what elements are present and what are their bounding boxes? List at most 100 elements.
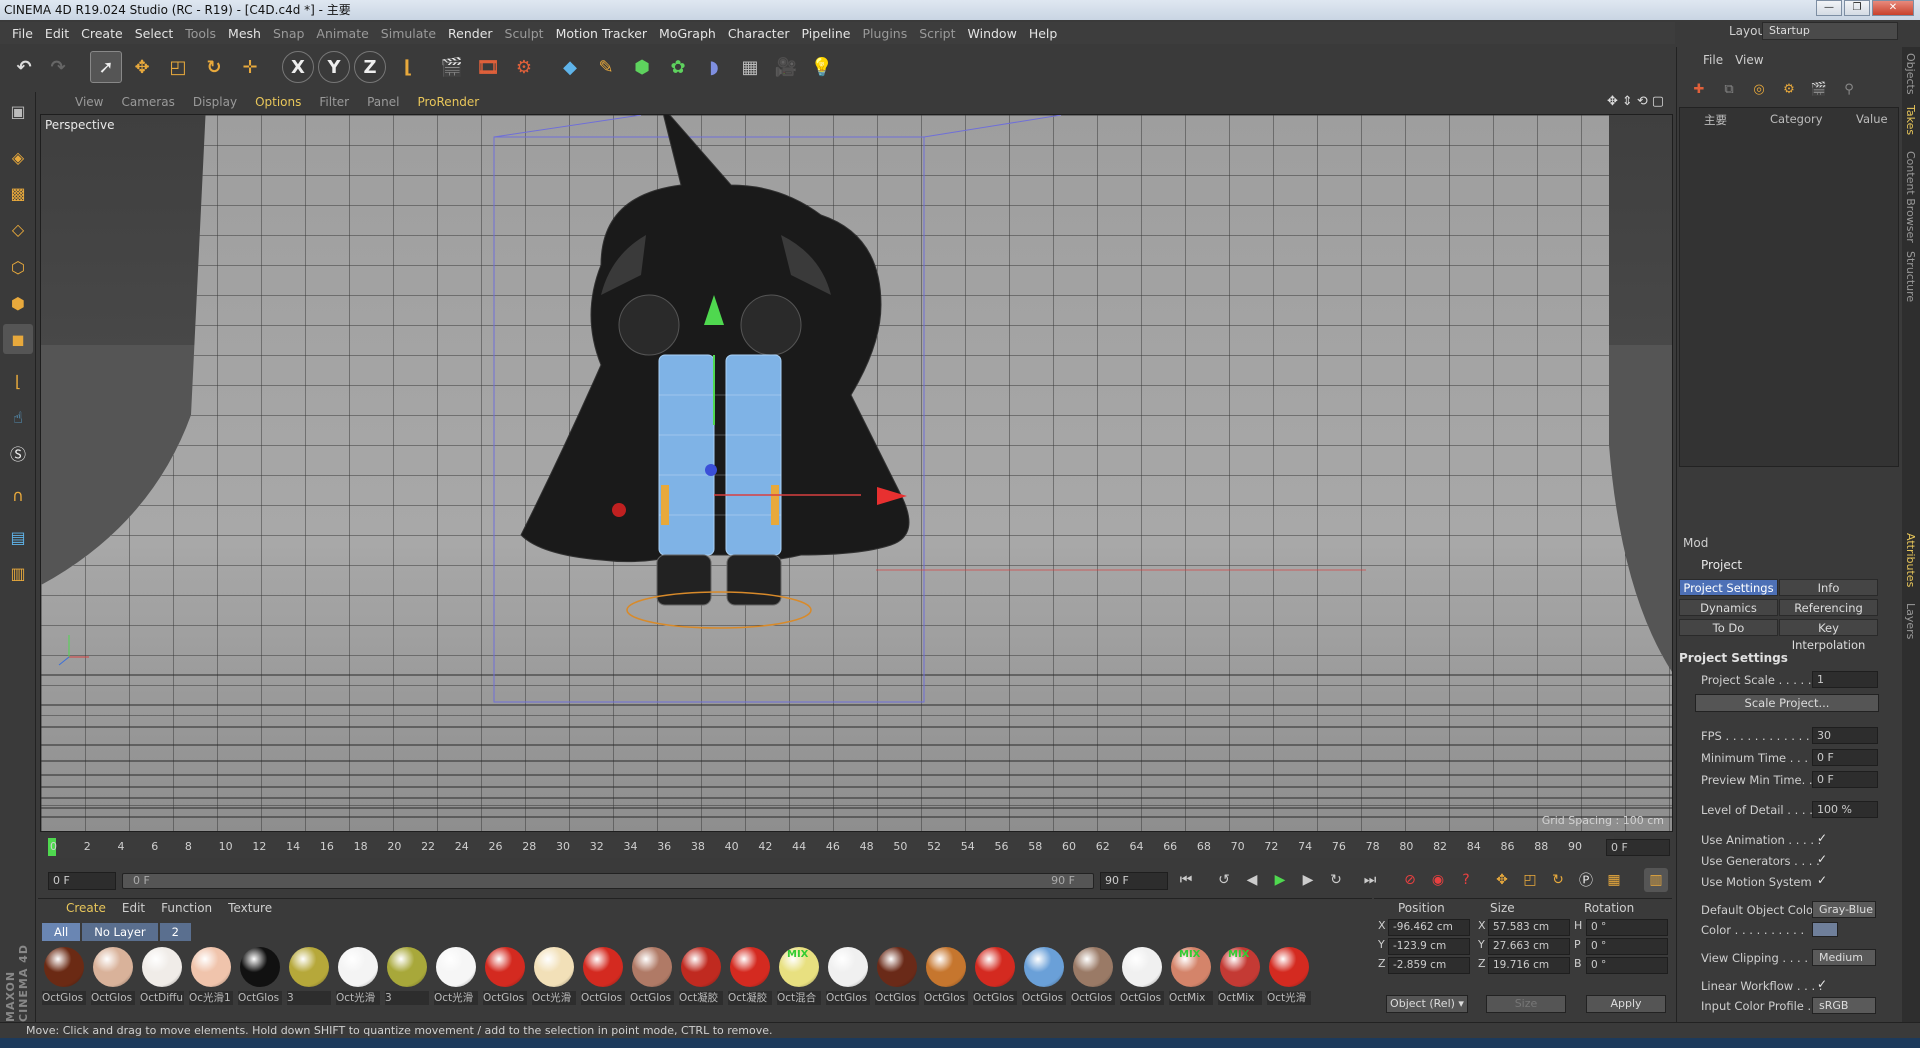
x-axis-lock-button[interactable]: X <box>282 51 314 83</box>
use-generators-checkbox[interactable]: ✓ <box>1817 852 1827 866</box>
minimize-button[interactable]: — <box>1816 0 1842 16</box>
project-scale-field[interactable]: 1 <box>1812 671 1878 688</box>
workplane-lock-icon[interactable]: ▤ <box>3 522 33 552</box>
y-axis-lock-button[interactable]: Y <box>318 51 350 83</box>
scale-icon[interactable]: ◰ <box>162 51 194 83</box>
override-icon[interactable]: ⚙ <box>1777 77 1801 101</box>
menu-edit[interactable]: Edit <box>39 26 75 41</box>
material-item[interactable]: Oc光滑1 <box>187 945 235 1005</box>
viewport-menu-display[interactable]: Display <box>184 95 246 109</box>
material-item[interactable]: OctGlos <box>628 945 676 1005</box>
make-editable-icon[interactable]: ▣ <box>3 96 33 126</box>
viewport-menu-view[interactable]: View <box>66 95 112 109</box>
z-axis-lock-button[interactable]: Z <box>354 51 386 83</box>
viewport-menu-panel[interactable]: Panel <box>358 95 408 109</box>
viewport-menu-prorender[interactable]: ProRender <box>408 95 488 109</box>
attribute-tab-info[interactable]: Info <box>1779 579 1878 596</box>
menu-render[interactable]: Render <box>442 26 499 41</box>
material-item[interactable]: OctGlos <box>40 945 88 1005</box>
record-keyframe-icon[interactable]: ⊘ <box>1398 868 1422 892</box>
material-item[interactable]: OctGlos <box>1069 945 1117 1005</box>
floor-icon[interactable]: ▦ <box>734 51 766 83</box>
key-parameter-icon[interactable]: Ⓟ <box>1574 868 1598 892</box>
material-menu-function[interactable]: Function <box>153 901 220 915</box>
play-icon[interactable]: ▶ <box>1268 868 1292 892</box>
snap-settings-icon[interactable]: Ⓢ <box>3 438 33 468</box>
menu-mesh[interactable]: Mesh <box>222 26 267 41</box>
autokey-icon[interactable]: ◉ <box>1426 868 1450 892</box>
subdivision-icon[interactable]: ⬢ <box>626 51 658 83</box>
use-animation-checkbox[interactable]: ✓ <box>1817 831 1827 845</box>
material-item[interactable]: Oct光滑 <box>530 945 578 1005</box>
edges-mode-icon[interactable]: ⬢ <box>3 288 33 318</box>
size-field[interactable]: 27.663 cm <box>1488 938 1570 955</box>
render-take-icon[interactable]: 🎬 <box>1807 77 1831 101</box>
current-frame-field[interactable]: 0 F <box>1606 839 1670 856</box>
go-to-start-icon[interactable]: ⏮ <box>1174 868 1198 892</box>
cube-icon[interactable]: ◆ <box>554 51 586 83</box>
use-motion-system-checkbox[interactable]: ✓ <box>1817 873 1827 887</box>
material-item[interactable]: OctGlos <box>922 945 970 1005</box>
size-mode-select[interactable]: Size <box>1486 995 1566 1013</box>
menu-select[interactable]: Select <box>129 26 180 41</box>
position-field[interactable]: -123.9 cm <box>1388 938 1470 955</box>
material-item[interactable]: Oct光滑 <box>432 945 480 1005</box>
material-layer-tab[interactable]: 2 <box>159 923 191 941</box>
pen-spline-icon[interactable]: ✎ <box>590 51 622 83</box>
material-item[interactable]: Oct凝胶 <box>726 945 774 1005</box>
undo-icon[interactable]: ↶ <box>8 51 40 83</box>
material-item[interactable]: 3 <box>285 945 333 1005</box>
rotation-field[interactable]: 0 ° <box>1586 938 1668 955</box>
close-button[interactable]: ✕ <box>1872 0 1914 16</box>
axis-mode-icon[interactable]: ⌊ <box>3 366 33 396</box>
auto-take-icon[interactable]: ◎ <box>1747 77 1771 101</box>
select-arrow-icon[interactable]: ➚ <box>90 51 122 83</box>
position-field[interactable]: -96.462 cm <box>1388 919 1470 936</box>
menu-motion-tracker[interactable]: Motion Tracker <box>550 26 653 41</box>
attribute-tab-referencing[interactable]: Referencing <box>1779 599 1878 616</box>
side-tab-structure[interactable]: Structure <box>1904 251 1917 302</box>
viewport-menu-options[interactable]: Options <box>246 95 310 109</box>
material-item[interactable]: Oct凝胶 <box>677 945 725 1005</box>
maximize-button[interactable]: ❐ <box>1844 0 1870 16</box>
points-mode-icon[interactable]: ⬡ <box>3 252 33 282</box>
material-layer-tab[interactable]: No Layer <box>82 923 158 941</box>
menu-help[interactable]: Help <box>1023 26 1064 41</box>
material-item[interactable]: OctGlos <box>1020 945 1068 1005</box>
rotate-icon[interactable]: ↻ <box>198 51 230 83</box>
key-scale-icon[interactable]: ◰ <box>1518 868 1542 892</box>
material-layer-tab[interactable]: All <box>42 923 81 941</box>
menu-script[interactable]: Script <box>913 26 961 41</box>
material-item[interactable]: 3 <box>383 945 431 1005</box>
menu-sculpt[interactable]: Sculpt <box>499 26 550 41</box>
attribute-tab-to-do[interactable]: To Do <box>1679 619 1778 636</box>
previous-frame-icon[interactable]: ◀ <box>1240 868 1264 892</box>
key-rotation-icon[interactable]: ↻ <box>1546 868 1570 892</box>
render-view-icon[interactable]: 🎬 <box>436 51 468 83</box>
frame-range-slider[interactable]: 0 F 90 F <box>122 873 1094 889</box>
camera-icon[interactable]: 🎥 <box>770 51 802 83</box>
material-item[interactable]: OctGlos <box>1118 945 1166 1005</box>
light-icon[interactable]: 💡 <box>806 51 838 83</box>
menu-file[interactable]: File <box>6 26 39 41</box>
attribute-tab-dynamics[interactable]: Dynamics <box>1679 599 1778 616</box>
material-item[interactable]: OctGlos <box>579 945 627 1005</box>
menu-create[interactable]: Create <box>75 26 129 41</box>
material-item[interactable]: Oct光滑 <box>334 945 382 1005</box>
apply-button[interactable]: Apply <box>1586 995 1666 1013</box>
side-tab-objects[interactable]: Objects <box>1904 53 1917 95</box>
attributes-mode-menu[interactable]: Mod <box>1683 536 1708 550</box>
material-item[interactable]: OctGlos <box>89 945 137 1005</box>
planar-workplane-icon[interactable]: ▥ <box>3 558 33 588</box>
new-take-icon[interactable]: ✚ <box>1687 77 1711 101</box>
polygons-mode-icon[interactable]: ◼ <box>3 324 33 354</box>
material-item[interactable]: Oct光滑 <box>1265 945 1313 1005</box>
menu-mograph[interactable]: MoGraph <box>653 26 722 41</box>
start-frame-field[interactable]: 0 F <box>48 872 116 890</box>
model-mode-icon[interactable]: ◈ <box>3 142 33 172</box>
live-selection-icon[interactable]: ✛ <box>234 51 266 83</box>
material-menu-texture[interactable]: Texture <box>220 901 280 915</box>
viewport-perspective[interactable]: Perspective Grid Spacing : 100 cm <box>40 114 1673 832</box>
redo-icon[interactable]: ↷ <box>42 51 74 83</box>
viewport-menu-cameras[interactable]: Cameras <box>112 95 183 109</box>
